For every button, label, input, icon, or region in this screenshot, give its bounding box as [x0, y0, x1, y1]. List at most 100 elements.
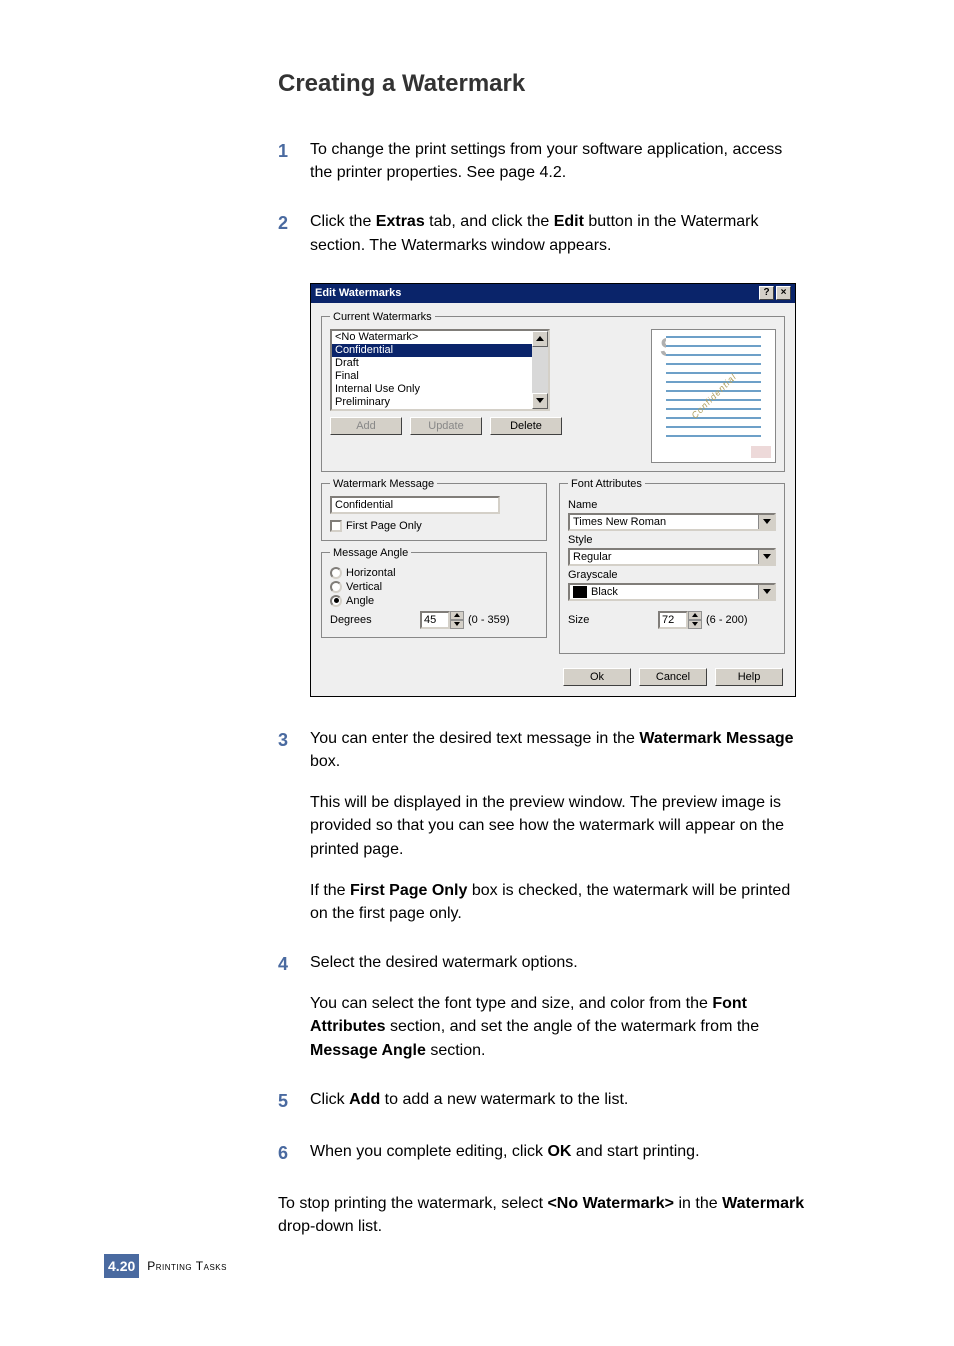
dropdown-icon[interactable]: [758, 585, 774, 599]
font-attributes-group: Font Attributes Name Times New Roman Sty…: [559, 478, 785, 654]
size-stepper[interactable]: 72: [658, 611, 702, 629]
font-name-select[interactable]: Times New Roman: [568, 513, 776, 531]
edit-watermarks-dialog: Edit Watermarks ? × Current Watermarks <…: [310, 283, 796, 697]
dropdown-icon[interactable]: [758, 515, 774, 529]
degrees-range: (0 - 359): [468, 614, 510, 626]
text: to add a new watermark to the list.: [380, 1091, 628, 1108]
update-button[interactable]: Update: [410, 417, 482, 435]
list-item[interactable]: Preliminary: [332, 396, 548, 409]
list-item[interactable]: Internal Use Only: [332, 383, 548, 396]
help-button[interactable]: Help: [715, 668, 783, 686]
dialog-title: Edit Watermarks: [315, 287, 757, 299]
step-4-para2: You can select the font type and size, a…: [310, 992, 808, 1062]
chapter-number: 4.: [108, 1258, 120, 1274]
closing-paragraph: To stop printing the watermark, select <…: [278, 1192, 808, 1238]
step-number-5: 5: [278, 1088, 310, 1114]
text: section.: [426, 1042, 486, 1059]
list-item[interactable]: Draft: [332, 357, 548, 370]
message-angle-legend: Message Angle: [330, 547, 411, 559]
bold: Extras: [376, 213, 425, 230]
bold: OK: [547, 1143, 571, 1160]
size-range: (6 - 200): [706, 614, 748, 626]
text: Click the: [310, 213, 376, 230]
first-page-only-checkbox[interactable]: [330, 520, 342, 532]
angle-radio[interactable]: [330, 595, 342, 607]
select-value: Black: [591, 586, 618, 598]
text: box.: [310, 753, 340, 770]
color-swatch: [573, 586, 587, 598]
current-watermarks-legend: Current Watermarks: [330, 311, 435, 323]
step-3-para3: If the First Page Only box is checked, t…: [310, 879, 808, 925]
size-label: Size: [568, 614, 658, 626]
help-button[interactable]: ?: [759, 286, 774, 300]
delete-button[interactable]: Delete: [490, 417, 562, 435]
watermark-message-group: Watermark Message Confidential First Pag…: [321, 478, 547, 541]
ok-button[interactable]: Ok: [563, 668, 631, 686]
vertical-label: Vertical: [346, 581, 382, 593]
watermark-preview: S Confidential: [651, 329, 776, 463]
dropdown-icon[interactable]: [758, 550, 774, 564]
close-button[interactable]: ×: [776, 286, 791, 300]
add-button[interactable]: Add: [330, 417, 402, 435]
spin-up-icon[interactable]: [688, 611, 702, 620]
list-item[interactable]: Sample: [332, 409, 548, 411]
cancel-button[interactable]: Cancel: [639, 668, 707, 686]
font-name-label: Name: [568, 499, 776, 511]
list-item[interactable]: Final: [332, 370, 548, 383]
text: tab, and click the: [425, 213, 554, 230]
text: When you complete editing, click: [310, 1143, 547, 1160]
watermark-listbox[interactable]: <No Watermark> Confidential Draft Final …: [330, 329, 550, 411]
angle-label: Angle: [346, 595, 374, 607]
list-item[interactable]: Confidential: [332, 344, 548, 357]
bold: <No Watermark>: [547, 1195, 674, 1212]
text: You can select the font type and size, a…: [310, 995, 712, 1012]
scroll-up-icon[interactable]: [532, 331, 548, 347]
spin-down-icon[interactable]: [688, 620, 702, 629]
spin-up-icon[interactable]: [450, 611, 464, 620]
watermark-message-legend: Watermark Message: [330, 478, 437, 490]
bold: Message Angle: [310, 1042, 426, 1059]
list-item[interactable]: <No Watermark>: [332, 331, 548, 344]
text: You can enter the desired text message i…: [310, 730, 639, 747]
font-style-label: Style: [568, 534, 776, 546]
degrees-input[interactable]: 45: [420, 611, 450, 629]
grayscale-select[interactable]: Black: [568, 583, 776, 601]
text: section, and set the angle of the waterm…: [386, 1018, 760, 1035]
step-number-3: 3: [278, 727, 310, 925]
scrollbar[interactable]: [532, 331, 548, 409]
text: and start printing.: [571, 1143, 699, 1160]
step-6-text: When you complete editing, click OK and …: [310, 1140, 808, 1166]
step-5-text: Click Add to add a new watermark to the …: [310, 1088, 808, 1114]
text: If the: [310, 882, 350, 899]
bold: Watermark: [722, 1195, 804, 1212]
select-value: Regular: [573, 551, 612, 563]
bold: First Page Only: [350, 882, 467, 899]
text: To stop printing the watermark, select: [278, 1195, 547, 1212]
step-number-1: 1: [278, 138, 310, 184]
horizontal-label: Horizontal: [346, 567, 396, 579]
bold: Add: [349, 1091, 380, 1108]
step-number-2: 2: [278, 210, 310, 256]
vertical-radio[interactable]: [330, 581, 342, 593]
dialog-titlebar: Edit Watermarks ? ×: [311, 284, 795, 303]
font-style-select[interactable]: Regular: [568, 548, 776, 566]
scroll-down-icon[interactable]: [532, 393, 548, 409]
size-input[interactable]: 72: [658, 611, 688, 629]
step-4-text: Select the desired watermark options. Yo…: [310, 951, 808, 1062]
select-value: Times New Roman: [573, 516, 666, 528]
spin-down-icon[interactable]: [450, 620, 464, 629]
page-number-box: 4.20: [104, 1254, 139, 1278]
page-number: 20: [120, 1258, 136, 1274]
page-footer: 4.20 Printing Tasks: [104, 1254, 227, 1278]
text: Select the desired watermark options.: [310, 954, 578, 971]
step-number-4: 4: [278, 951, 310, 1062]
step-number-6: 6: [278, 1140, 310, 1166]
degrees-stepper[interactable]: 45: [420, 611, 464, 629]
section-heading: Creating a Watermark: [278, 70, 808, 98]
bold: Edit: [554, 213, 584, 230]
message-angle-group: Message Angle Horizontal Vertical Angle …: [321, 547, 547, 638]
current-watermarks-group: Current Watermarks <No Watermark> Confid…: [321, 311, 785, 472]
bold: Watermark Message: [639, 730, 793, 747]
watermark-message-input[interactable]: Confidential: [330, 496, 500, 514]
horizontal-radio[interactable]: [330, 567, 342, 579]
